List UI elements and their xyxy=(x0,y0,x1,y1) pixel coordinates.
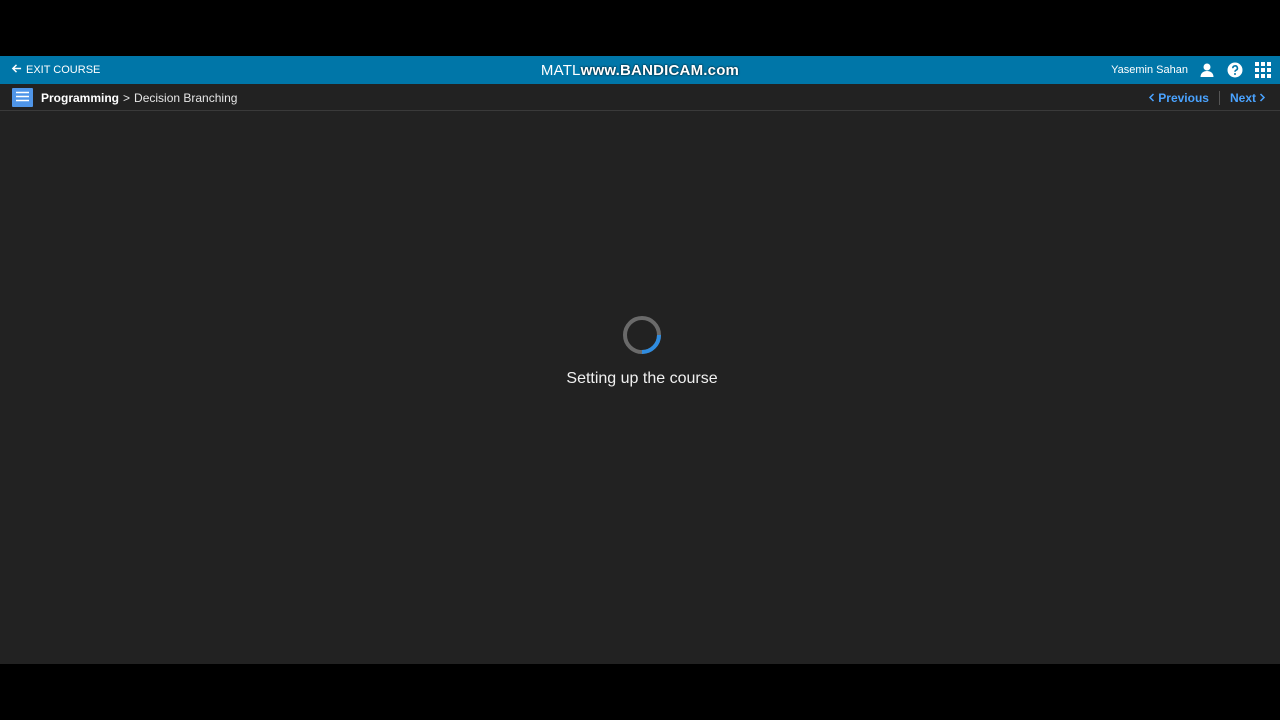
lesson-navigation: Previous Next xyxy=(1148,84,1266,111)
course-title-text: MATL xyxy=(540,61,581,79)
user-icon[interactable] xyxy=(1198,61,1216,79)
spinner-icon xyxy=(623,316,661,354)
breadcrumb-separator: > xyxy=(123,90,131,105)
previous-label: Previous xyxy=(1158,90,1209,105)
nav-divider xyxy=(1218,90,1220,105)
table-of-contents-icon xyxy=(16,89,29,107)
top-right-controls: Yasemin Sahan xyxy=(1111,56,1272,84)
watermark-text: www.BANDICAM.com xyxy=(580,61,740,79)
exit-course-button[interactable]: EXIT COURSE xyxy=(11,56,100,84)
chevron-right-icon xyxy=(1259,91,1266,105)
help-icon[interactable] xyxy=(1226,61,1244,79)
apps-grid-icon[interactable] xyxy=(1254,61,1272,79)
next-label: Next xyxy=(1229,90,1256,105)
exit-course-label: EXIT COURSE xyxy=(26,64,101,76)
chevron-left-icon xyxy=(1148,91,1155,105)
course-nav-bar: Programming > Decision Branching Previou… xyxy=(0,84,1280,111)
toc-button[interactable] xyxy=(12,88,33,107)
course-title: MATL www.BANDICAM.com xyxy=(0,56,1280,84)
breadcrumb-lesson: Decision Branching xyxy=(134,90,238,105)
breadcrumb-course[interactable]: Programming xyxy=(41,91,119,105)
previous-button[interactable]: Previous xyxy=(1148,91,1209,105)
arrow-left-icon xyxy=(11,63,22,77)
loading-text: Setting up the course xyxy=(566,370,718,387)
course-window: EXIT COURSE MATL www.BANDICAM.com Yasemi… xyxy=(0,56,1280,664)
next-button[interactable]: Next xyxy=(1230,91,1266,105)
breadcrumb: Programming > Decision Branching xyxy=(41,84,237,111)
top-bar: EXIT COURSE MATL www.BANDICAM.com Yasemi… xyxy=(0,56,1280,84)
loading-indicator: Setting up the course xyxy=(0,314,1280,388)
user-name: Yasemin Sahan xyxy=(1111,64,1188,76)
